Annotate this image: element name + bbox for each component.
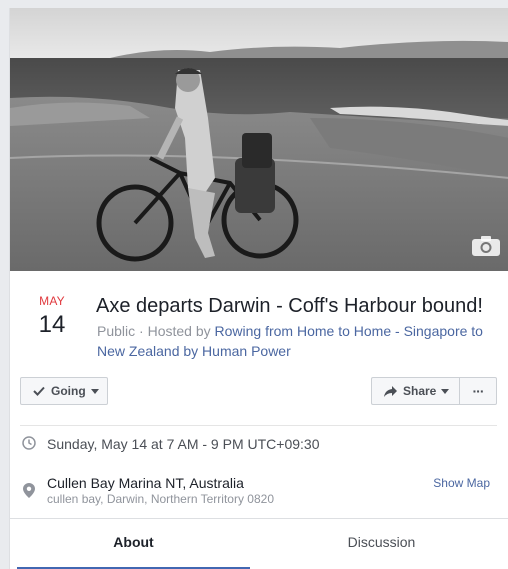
- event-location-address: cullen bay, Darwin, Northern Territory 0…: [47, 492, 274, 506]
- event-date-badge: MAY 14: [30, 294, 74, 338]
- cover-photo[interactable]: [10, 8, 508, 271]
- tab-about[interactable]: About: [17, 519, 250, 569]
- event-month: MAY: [39, 294, 65, 308]
- clock-icon: [22, 436, 36, 450]
- event-card: MAY 14 Axe departs Darwin - Coff's Harbo…: [9, 8, 508, 569]
- event-privacy: Public: [97, 323, 136, 339]
- tab-about-label: About: [113, 534, 154, 550]
- tab-discussion[interactable]: Discussion: [265, 519, 498, 569]
- show-map-link[interactable]: Show Map: [433, 476, 490, 490]
- share-button[interactable]: Share: [371, 377, 460, 405]
- check-icon: [33, 386, 45, 396]
- event-location-name[interactable]: Cullen Bay Marina NT, Australia: [47, 475, 244, 491]
- event-title: Axe departs Darwin - Coff's Harbour boun…: [96, 295, 483, 317]
- tab-discussion-label: Discussion: [347, 534, 416, 550]
- going-label: Going: [51, 384, 86, 398]
- more-icon: ···: [472, 383, 485, 399]
- event-tabs: About Discussion: [10, 518, 508, 569]
- cover-photo-image: [10, 8, 508, 271]
- going-button[interactable]: Going: [20, 377, 108, 405]
- more-options-button[interactable]: ···: [459, 377, 497, 405]
- event-datetime[interactable]: Sunday, May 14 at 7 AM - 9 PM UTC+09:30: [47, 436, 319, 452]
- chevron-down-icon: [90, 388, 99, 394]
- divider: [20, 425, 497, 426]
- share-label: Share: [403, 384, 437, 398]
- camera-icon[interactable]: [471, 235, 501, 257]
- share-arrow-icon: [384, 385, 397, 397]
- event-day: 14: [38, 311, 66, 338]
- event-meta: Public · Hosted by Rowing from Home to H…: [97, 321, 497, 361]
- hosted-by-label: · Hosted by: [135, 323, 215, 339]
- location-pin-icon: [23, 483, 35, 498]
- chevron-down-icon: [441, 388, 450, 394]
